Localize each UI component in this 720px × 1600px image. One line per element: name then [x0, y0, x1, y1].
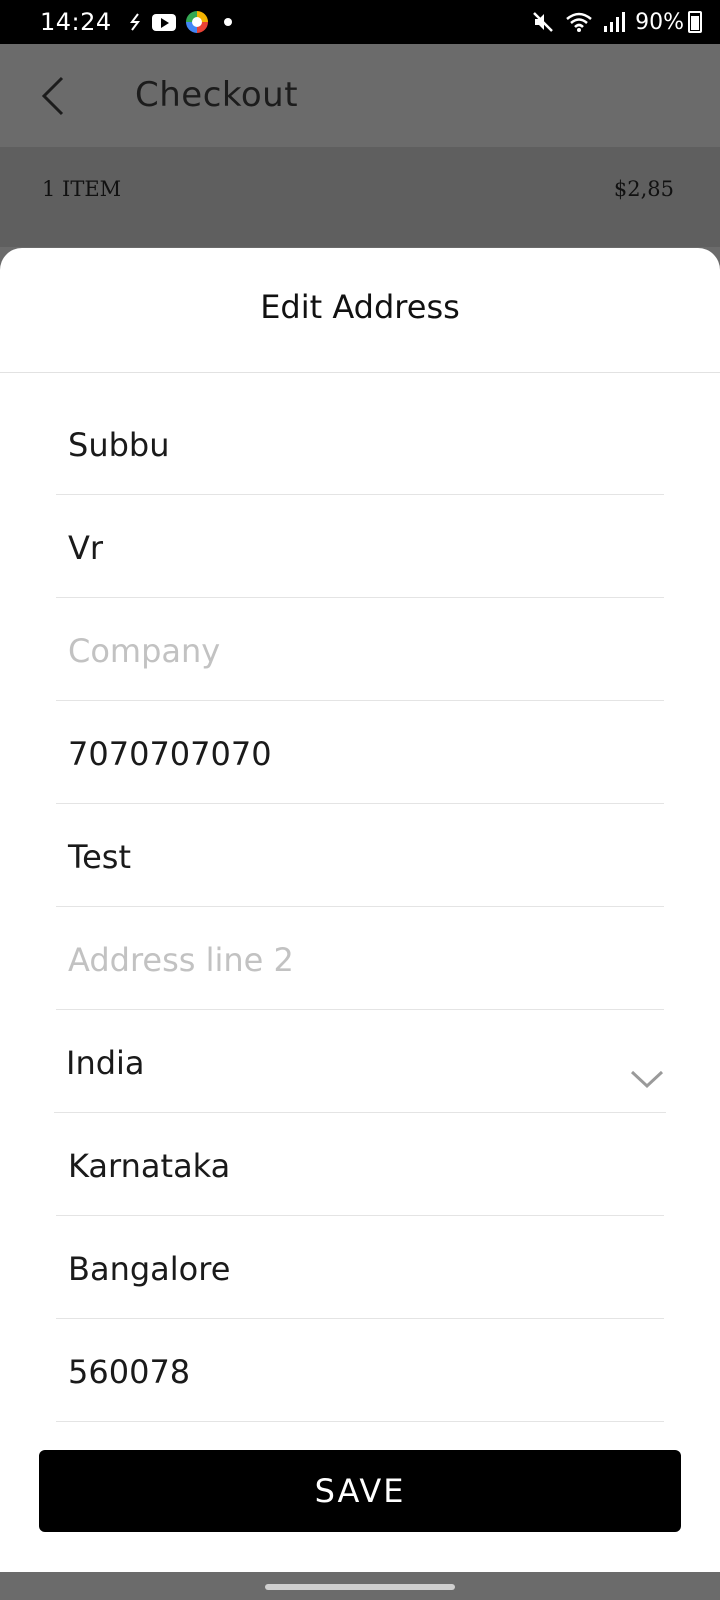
status-bar-right: 90%: [531, 10, 702, 35]
sheet-title: Edit Address: [260, 288, 460, 326]
back-button[interactable]: [38, 74, 78, 118]
last-name-field[interactable]: Vr: [56, 495, 664, 598]
status-bar-left: 14:24: [40, 8, 232, 36]
address-line2-placeholder: Address line 2: [68, 941, 294, 979]
company-placeholder: Company: [68, 632, 221, 670]
battery-icon: [688, 11, 702, 33]
phone-field[interactable]: 7070707070: [56, 701, 664, 804]
navigation-bar: [0, 1572, 720, 1600]
status-bar: 14:24 90%: [0, 0, 720, 44]
app-header: Checkout: [0, 44, 720, 147]
app-icon: [185, 11, 208, 33]
postcode-value: 560078: [68, 1353, 191, 1391]
edit-address-sheet: Edit Address Subbu Vr Company 7070707070…: [0, 248, 720, 1572]
items-count: 1 ITEM: [42, 177, 122, 201]
page-title: Checkout: [135, 75, 299, 115]
country-value: India: [66, 1044, 145, 1082]
state-value: Karnataka: [68, 1147, 231, 1185]
city-field[interactable]: Bangalore: [56, 1216, 664, 1319]
company-field[interactable]: Company: [56, 598, 664, 701]
postcode-field[interactable]: 560078: [56, 1319, 664, 1422]
first-name-field[interactable]: Subbu: [56, 392, 664, 495]
address-line1-field[interactable]: Test: [56, 804, 664, 907]
first-name-value: Subbu: [68, 426, 170, 464]
address-line2-field[interactable]: Address line 2: [56, 907, 664, 1010]
mute-icon: [531, 10, 555, 34]
state-field[interactable]: Karnataka: [56, 1113, 664, 1216]
chevron-down-icon: [630, 1070, 664, 1089]
address-line1-value: Test: [68, 838, 132, 876]
youtube-icon: [151, 13, 176, 31]
order-summary: 1 ITEM $2,85: [0, 147, 720, 247]
save-button[interactable]: SAVE: [39, 1450, 681, 1532]
home-handle[interactable]: [265, 1584, 455, 1590]
wifi-icon: [565, 11, 593, 33]
back-arrow-icon: [41, 76, 64, 116]
order-total: $2,85: [613, 177, 674, 201]
link-icon: [128, 11, 142, 33]
status-time: 14:24: [40, 8, 112, 36]
signal-icon: [603, 12, 626, 32]
city-value: Bangalore: [68, 1250, 231, 1288]
country-select[interactable]: India: [54, 1010, 666, 1113]
phone-value: 7070707070: [68, 735, 272, 773]
last-name-value: Vr: [68, 529, 104, 567]
battery-percent: 90%: [635, 9, 684, 35]
divider: [0, 372, 720, 373]
notification-dot-icon: [223, 18, 232, 26]
